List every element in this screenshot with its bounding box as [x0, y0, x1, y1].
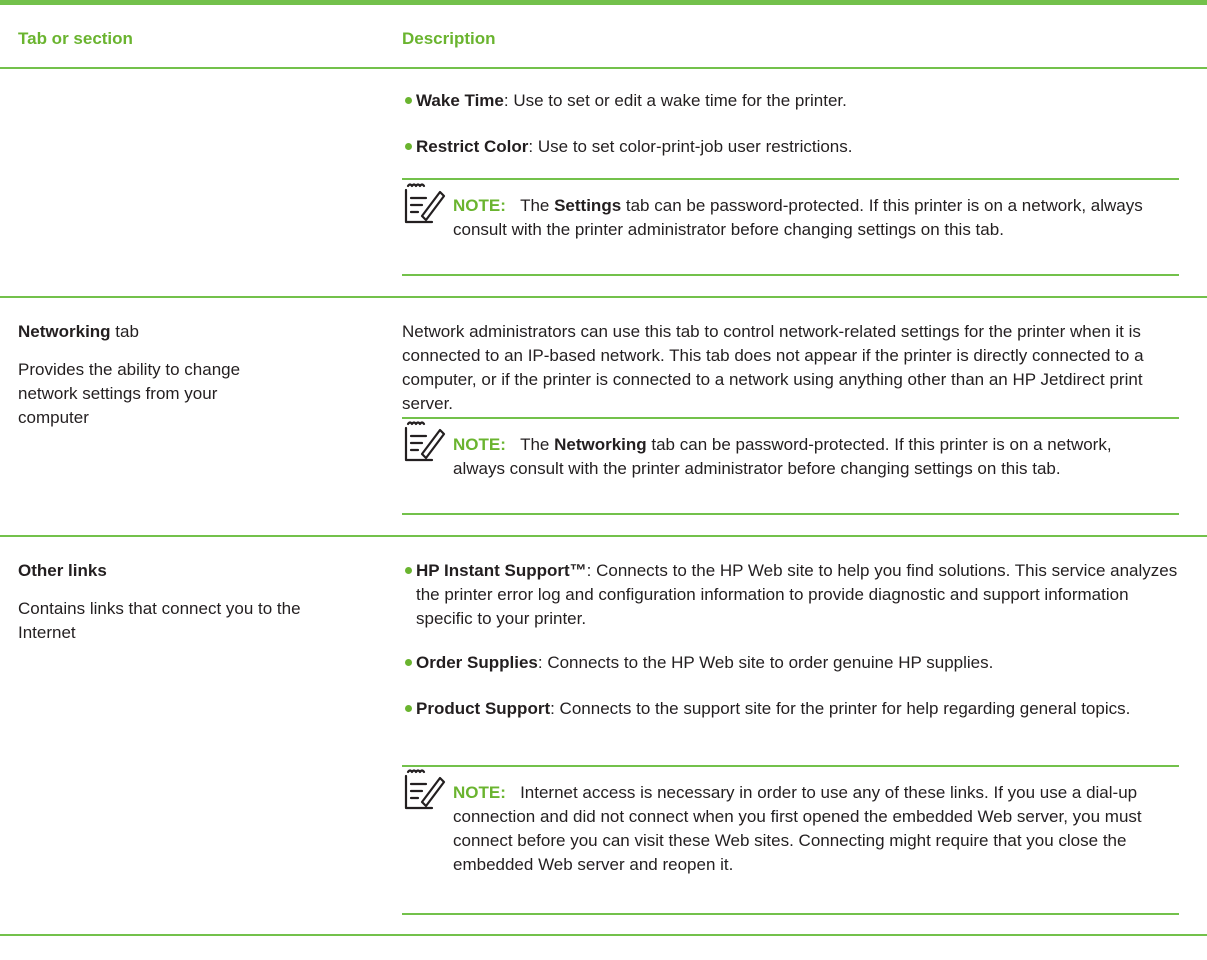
note-settings: NOTE: The Settings tab can be password-p… — [453, 196, 1143, 239]
bullet-dot — [405, 659, 412, 666]
networking-description: Network administrators can use this tab … — [402, 322, 1144, 413]
list-item-hp-instant-support: HP Instant Support™: Connects to the HP … — [416, 561, 1178, 628]
list-item-wake-time: Wake Time: Use to set or edit a wake tim… — [416, 91, 847, 110]
note-networking: NOTE: The Networking tab can be password… — [453, 435, 1112, 478]
other-links-subtitle: Contains links that connect you to the I… — [18, 599, 301, 642]
note-bottom-rule — [402, 513, 1179, 515]
list-item-product-support: Product Support: Connects to the support… — [416, 699, 1131, 718]
bullet-dot — [405, 567, 412, 574]
note-top-rule — [402, 765, 1179, 767]
note-pencil-icon — [404, 421, 446, 462]
bullet-dot — [405, 97, 412, 104]
networking-title: Networking tab — [18, 322, 139, 341]
other-links-title: Other links — [18, 561, 107, 580]
bullet-dot — [405, 705, 412, 712]
networking-subtitle: Provides the ability to change network s… — [18, 360, 241, 427]
note-bottom-rule — [402, 274, 1179, 276]
bullet-dot — [405, 143, 412, 150]
header-rule — [0, 67, 1207, 69]
list-item-order-supplies: Order Supplies: Connects to the HP Web s… — [416, 653, 994, 672]
note-pencil-icon — [404, 183, 446, 224]
list-item-restrict-color: Restrict Color: Use to set color-print-j… — [416, 137, 853, 156]
table-bottom-rule — [0, 934, 1207, 936]
row-rule — [0, 296, 1207, 298]
row-rule — [0, 535, 1207, 537]
note-top-rule — [402, 178, 1179, 180]
header-tab-or-section: Tab or section — [18, 29, 133, 48]
note-pencil-icon — [404, 769, 446, 810]
top-rule — [0, 0, 1207, 5]
header-description: Description — [402, 29, 496, 48]
note-top-rule — [402, 417, 1179, 419]
note-bottom-rule — [402, 913, 1179, 915]
note-other-links: NOTE: Internet access is necessary in or… — [453, 783, 1142, 874]
